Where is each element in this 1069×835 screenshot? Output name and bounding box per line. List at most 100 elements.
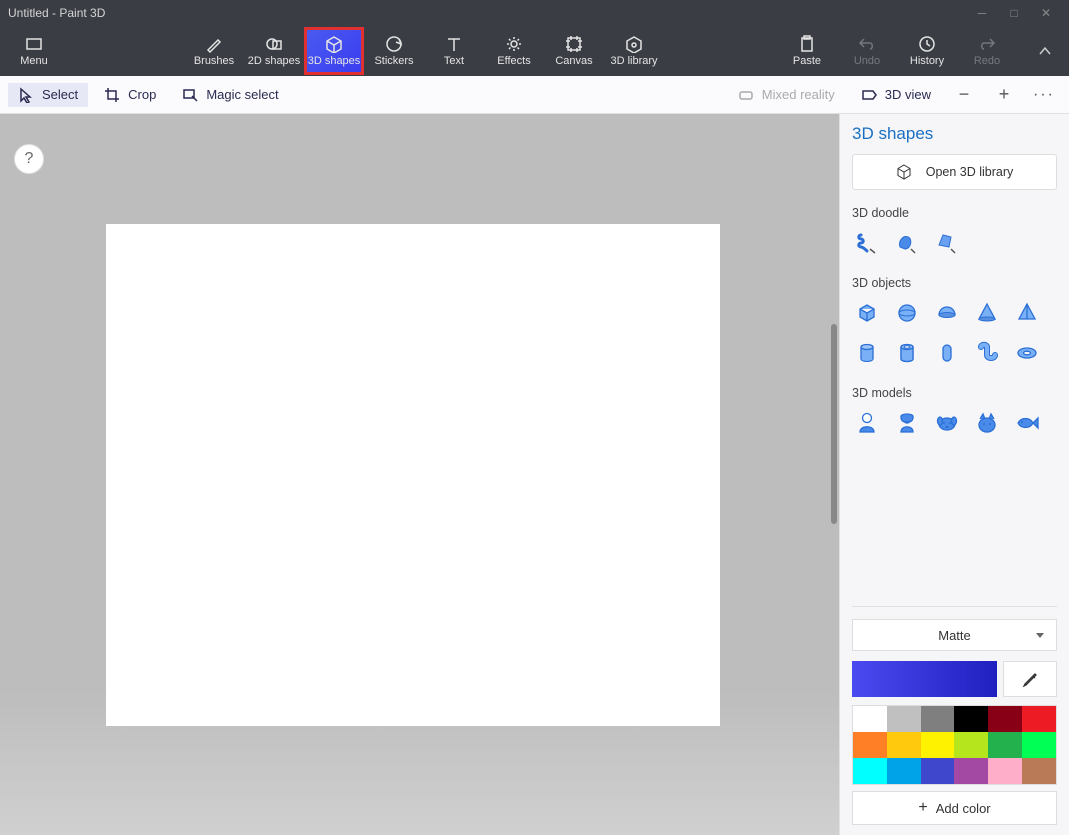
chevron-up-icon bbox=[1038, 44, 1052, 58]
color-swatch[interactable] bbox=[887, 758, 921, 784]
brushes-button[interactable]: Brushes bbox=[184, 27, 244, 75]
color-swatch[interactable] bbox=[988, 706, 1022, 732]
canvas[interactable] bbox=[106, 224, 720, 726]
color-swatch[interactable] bbox=[887, 706, 921, 732]
eyedropper-icon bbox=[1022, 671, 1038, 687]
canvas-icon bbox=[565, 35, 583, 53]
color-swatch[interactable] bbox=[954, 732, 988, 758]
title-bar: Untitled - Paint 3D ─ □ ✕ bbox=[0, 0, 1069, 26]
color-swatch[interactable] bbox=[988, 758, 1022, 784]
fish-model[interactable] bbox=[1012, 408, 1042, 438]
3d-library-button[interactable]: 3D library bbox=[604, 27, 664, 75]
material-select[interactable]: Matte bbox=[852, 619, 1057, 651]
3d-view-button[interactable]: 3D view bbox=[851, 83, 941, 107]
minimize-button[interactable]: ─ bbox=[975, 6, 989, 20]
menu-button[interactable]: Menu bbox=[4, 27, 64, 75]
color-swatch[interactable] bbox=[1022, 758, 1056, 784]
panel-title: 3D shapes bbox=[852, 124, 1057, 144]
magic-select-icon bbox=[182, 87, 198, 103]
help-button[interactable]: ? bbox=[14, 144, 44, 174]
curved-cylinder-shape[interactable] bbox=[972, 338, 1002, 368]
more-options-button[interactable]: ··· bbox=[1027, 86, 1061, 104]
color-swatch[interactable] bbox=[853, 732, 887, 758]
text-icon bbox=[445, 35, 463, 53]
open-3d-library-button[interactable]: Open 3D library bbox=[852, 154, 1057, 190]
models-grid bbox=[852, 408, 1057, 438]
cat-model[interactable] bbox=[972, 408, 1002, 438]
headset-icon bbox=[738, 87, 754, 103]
mixed-reality-button: Mixed reality bbox=[728, 83, 845, 107]
hemisphere-shape[interactable] bbox=[932, 298, 962, 328]
man-model[interactable] bbox=[852, 408, 882, 438]
cube-icon bbox=[325, 35, 343, 53]
color-swatch[interactable] bbox=[853, 758, 887, 784]
color-swatch[interactable] bbox=[1022, 732, 1056, 758]
doodle-section-label: 3D doodle bbox=[852, 206, 1057, 220]
2d-shapes-button[interactable]: 2D shapes bbox=[244, 27, 304, 75]
effects-button[interactable]: Effects bbox=[484, 27, 544, 75]
canvas-button[interactable]: Canvas bbox=[544, 27, 604, 75]
color-swatch[interactable] bbox=[921, 706, 955, 732]
cone-shape[interactable] bbox=[972, 298, 1002, 328]
color-swatch[interactable] bbox=[853, 706, 887, 732]
current-color[interactable] bbox=[852, 661, 997, 697]
expand-panel-button[interactable] bbox=[1025, 31, 1065, 71]
color-swatch[interactable] bbox=[921, 758, 955, 784]
paste-button[interactable]: Paste bbox=[777, 27, 837, 75]
color-swatch[interactable] bbox=[954, 758, 988, 784]
dog-model[interactable] bbox=[932, 408, 962, 438]
3d-view-icon bbox=[861, 87, 877, 103]
doodle-grid bbox=[852, 228, 1057, 258]
capsule-shape[interactable] bbox=[932, 338, 962, 368]
maximize-button[interactable]: □ bbox=[1007, 6, 1021, 20]
undo-button[interactable]: Undo bbox=[837, 27, 897, 75]
zoom-in-button[interactable]: + bbox=[987, 84, 1021, 105]
tube-doodle[interactable] bbox=[852, 228, 882, 258]
add-color-button[interactable]: + Add color bbox=[852, 791, 1057, 825]
cube-outline-icon bbox=[896, 164, 912, 180]
color-swatch[interactable] bbox=[921, 732, 955, 758]
color-swatch[interactable] bbox=[887, 732, 921, 758]
woman-model[interactable] bbox=[892, 408, 922, 438]
history-icon bbox=[918, 35, 936, 53]
objects-grid bbox=[852, 298, 1057, 368]
eyedropper-button[interactable] bbox=[1003, 661, 1057, 697]
scrollbar-thumb[interactable] bbox=[831, 324, 837, 524]
tube-shape[interactable] bbox=[892, 338, 922, 368]
sphere-shape[interactable] bbox=[892, 298, 922, 328]
history-button[interactable]: History bbox=[897, 27, 957, 75]
canvas-area[interactable]: ? bbox=[0, 114, 839, 835]
side-panel: 3D shapes Open 3D library 3D doodle 3D o… bbox=[839, 114, 1069, 835]
library-icon bbox=[625, 35, 643, 53]
3d-shapes-button[interactable]: 3D shapes bbox=[304, 27, 364, 75]
color-swatch[interactable] bbox=[988, 732, 1022, 758]
color-swatch[interactable] bbox=[1022, 706, 1056, 732]
select-tool[interactable]: Select bbox=[8, 83, 88, 107]
models-section-label: 3D models bbox=[852, 386, 1057, 400]
color-palette bbox=[852, 705, 1057, 785]
redo-icon bbox=[978, 35, 996, 53]
objects-section-label: 3D objects bbox=[852, 276, 1057, 290]
cube-shape[interactable] bbox=[852, 298, 882, 328]
folder-icon bbox=[25, 35, 43, 53]
cursor-icon bbox=[18, 87, 34, 103]
undo-icon bbox=[858, 35, 876, 53]
cylinder-shape[interactable] bbox=[852, 338, 882, 368]
close-button[interactable]: ✕ bbox=[1039, 6, 1053, 20]
sharp-edge-doodle[interactable] bbox=[932, 228, 962, 258]
brush-icon bbox=[205, 35, 223, 53]
plus-icon: + bbox=[918, 799, 927, 817]
pyramid-shape[interactable] bbox=[1012, 298, 1042, 328]
stickers-button[interactable]: Stickers bbox=[364, 27, 424, 75]
crop-tool[interactable]: Crop bbox=[94, 83, 166, 107]
magic-select-tool[interactable]: Magic select bbox=[172, 83, 288, 107]
zoom-out-button[interactable]: − bbox=[947, 84, 981, 105]
redo-button[interactable]: Redo bbox=[957, 27, 1017, 75]
main-toolbar: Menu Brushes 2D shapes 3D shapes Sticker… bbox=[0, 26, 1069, 76]
text-button[interactable]: Text bbox=[424, 27, 484, 75]
torus-shape[interactable] bbox=[1012, 338, 1042, 368]
sticker-icon bbox=[385, 35, 403, 53]
window-title: Untitled - Paint 3D bbox=[8, 6, 105, 20]
soft-edge-doodle[interactable] bbox=[892, 228, 922, 258]
color-swatch[interactable] bbox=[954, 706, 988, 732]
